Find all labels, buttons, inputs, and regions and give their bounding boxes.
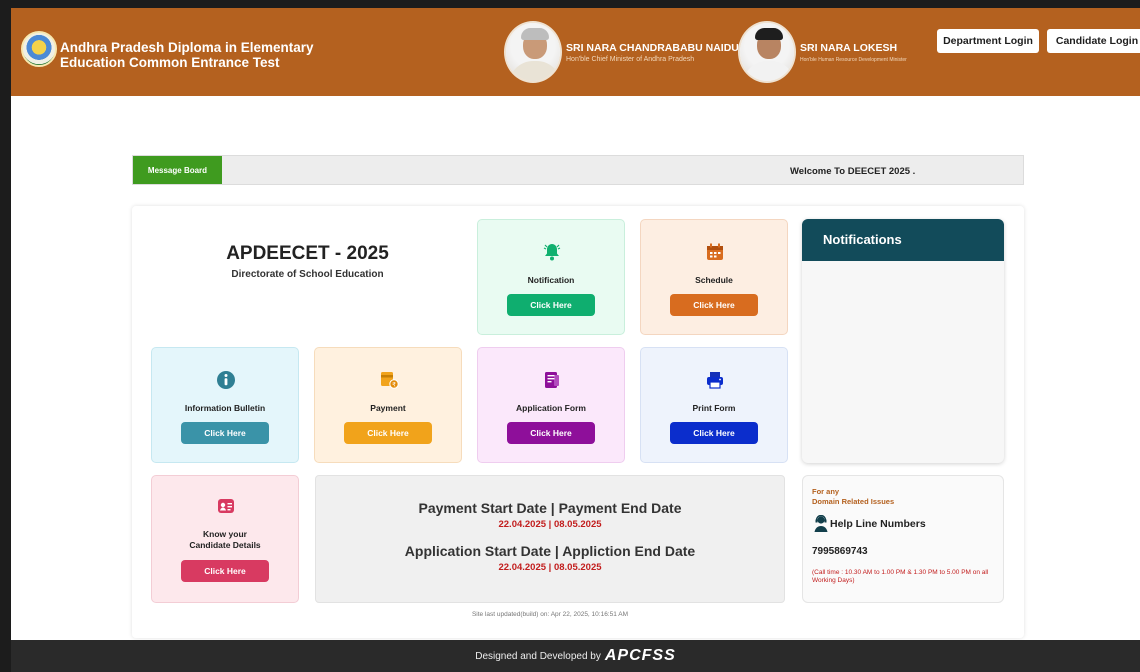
schedule-click-here-button[interactable]: Click Here [670, 294, 758, 316]
information-bulletin-click-here-button[interactable]: Click Here [181, 422, 269, 444]
notification-card-label: Notification [527, 275, 575, 285]
payment-card: ₹ Payment Click Here [314, 347, 462, 463]
hrd-minister-photo [738, 21, 796, 83]
chief-minister-role: Hon'ble Chief Minister of Andhra Pradesh [566, 56, 695, 63]
candidate-details-label: Know your Candidate Details [152, 529, 298, 551]
helpline-box: For any Domain Related Issues Help Line … [802, 475, 1004, 603]
application-dates-heading: Application Start Date | Appliction End … [404, 543, 696, 559]
notifications-panel[interactable]: Notifications [802, 219, 1004, 463]
exam-title: APDEECET - 2025 [226, 243, 389, 264]
important-dates-box: Payment Start Date | Payment End Date 22… [315, 475, 785, 603]
notifications-title: Notifications [802, 219, 1004, 261]
chief-minister-name: SRI NARA CHANDRABABU NAIDU [566, 42, 739, 54]
site-title-line2: Education Common Entrance Test [60, 55, 280, 70]
application-form-label: Application Form [516, 403, 586, 413]
print-form-click-here-button[interactable]: Click Here [670, 422, 758, 444]
print-form-label: Print Form [692, 403, 736, 413]
footer-text: Designed and Developed by [475, 650, 601, 662]
candidate-details-label-line2: Candidate Details [189, 540, 261, 550]
candidate-login-button[interactable]: Candidate Login [1047, 29, 1140, 53]
helpline-intro: For any Domain Related Issues [812, 487, 894, 507]
application-dates-value: 22.04.2025 | 08.05.2025 [498, 562, 602, 573]
application-form-card: Application Form Click Here [477, 347, 625, 463]
payment-click-here-button[interactable]: Click Here [344, 422, 432, 444]
printer-icon [704, 369, 726, 391]
bell-icon [541, 241, 563, 263]
helpline-intro-line1: For any [812, 487, 840, 496]
exam-subtitle: Directorate of School Education [231, 269, 384, 280]
ap-emblem-logo[interactable] [21, 31, 57, 67]
payment-icon: ₹ [378, 369, 400, 391]
site-last-updated: Site last updated(build) on: Apr 22, 202… [471, 611, 629, 618]
candidate-details-click-here-button[interactable]: Click Here [181, 560, 269, 582]
hrd-minister-name: SRI NARA LOKESH [800, 42, 898, 54]
schedule-card: Schedule Click Here [640, 219, 788, 335]
message-board-text: Welcome To DEECET 2025 . [790, 166, 916, 177]
information-bulletin-card: Information Bulletin Click Here [151, 347, 299, 463]
svg-text:₹: ₹ [392, 381, 396, 388]
department-login-button[interactable]: Department Login [937, 29, 1039, 53]
payment-dates-heading: Payment Start Date | Payment End Date [418, 500, 682, 516]
site-title-line1: Andhra Pradesh Diploma in Elementary [60, 40, 314, 55]
exam-brand: APDEECET - 2025 Directorate of School Ed… [155, 243, 460, 280]
payment-dates-value: 22.04.2025 | 08.05.2025 [498, 519, 602, 530]
candidate-details-label-line1: Know your [203, 529, 247, 539]
helpline-phone[interactable]: 7995869743 [812, 546, 868, 557]
message-board: Message Board Welcome To DEECET 2025 . [132, 155, 1024, 185]
document-icon [541, 369, 563, 391]
message-board-label: Message Board [133, 156, 222, 184]
site-footer: Designed and Developed by APCFSS [11, 640, 1140, 672]
calendar-icon [704, 241, 726, 263]
info-icon [215, 369, 237, 391]
id-card-icon [215, 495, 237, 517]
helpline-title: Help Line Numbers [830, 518, 926, 530]
notification-card: Notification Click Here [477, 219, 625, 335]
site-title[interactable]: Andhra Pradesh Diploma in Elementary Edu… [60, 40, 314, 70]
notification-click-here-button[interactable]: Click Here [507, 294, 595, 316]
hrd-minister-role: Hon'ble Human Resource Development Minis… [800, 57, 907, 63]
application-form-click-here-button[interactable]: Click Here [507, 422, 595, 444]
candidate-details-card: Know your Candidate Details Click Here [151, 475, 299, 603]
chief-minister-photo [504, 21, 562, 83]
helpline-intro-line2: Domain Related Issues [812, 497, 895, 506]
schedule-card-label: Schedule [695, 275, 733, 285]
site-header: Andhra Pradesh Diploma in Elementary Edu… [11, 8, 1140, 96]
information-bulletin-label: Information Bulletin [184, 403, 266, 413]
helpline-call-time: (Call time : 10.30 AM to 1.00 PM & 1.30 … [812, 569, 989, 584]
print-form-card: Print Form Click Here [640, 347, 788, 463]
support-agent-icon [814, 514, 828, 533]
apcfss-logo[interactable]: APCFSS [605, 647, 676, 665]
payment-card-label: Payment [370, 403, 406, 413]
